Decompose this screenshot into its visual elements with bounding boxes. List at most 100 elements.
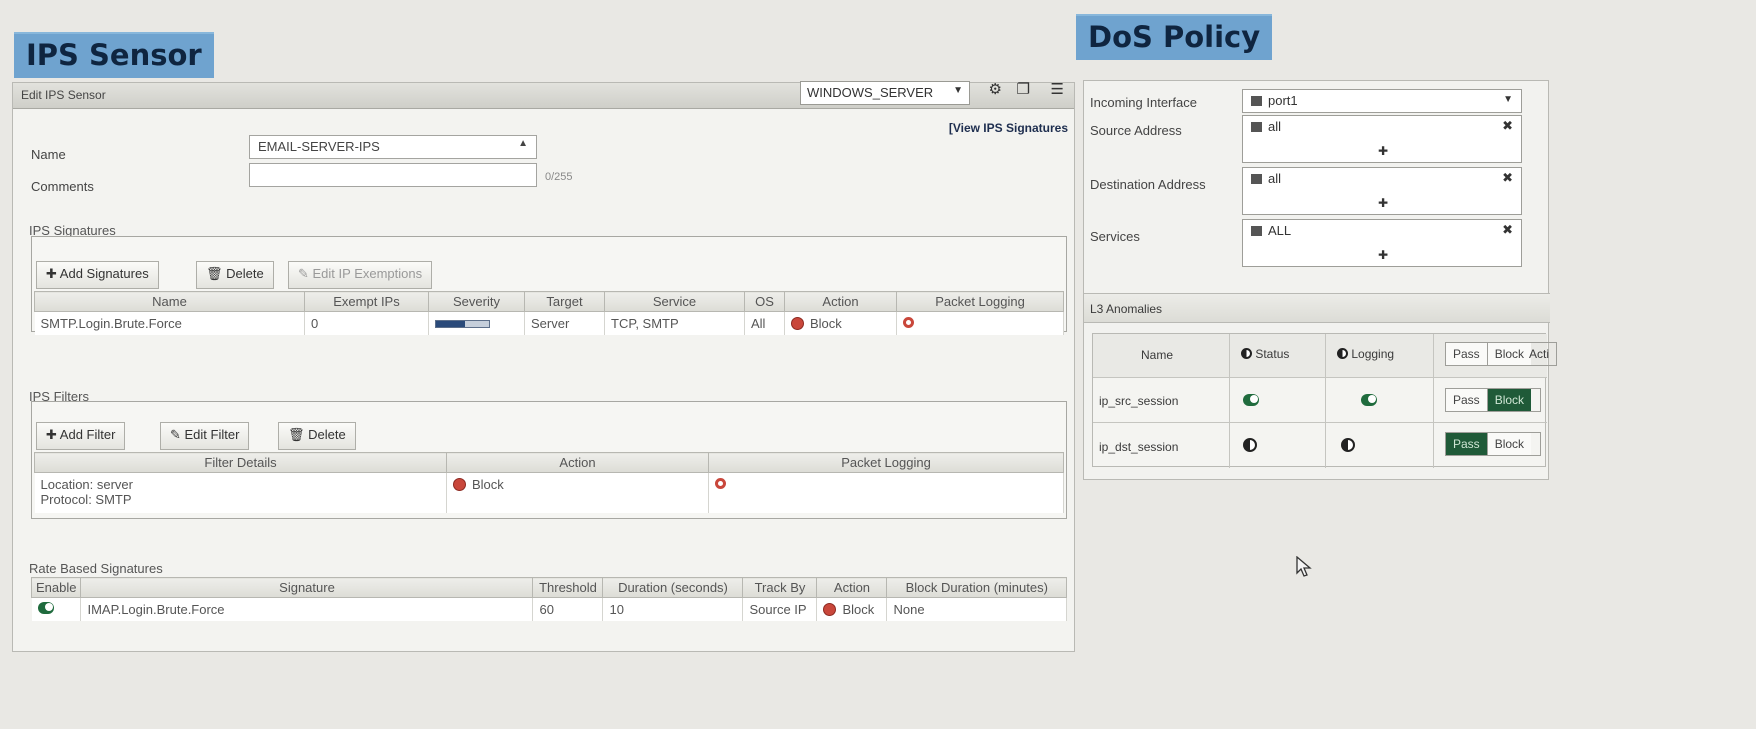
col-exempt-ips[interactable]: Exempt IPs bbox=[304, 291, 429, 312]
col-rate-action[interactable]: Action bbox=[816, 577, 888, 598]
table-row[interactable]: ip_dst_session Pass Block bbox=[1093, 424, 1547, 468]
delete-signature-button[interactable]: 🗑 Delete bbox=[196, 261, 274, 289]
col-duration[interactable]: Duration (seconds) bbox=[602, 577, 744, 598]
add-filter-label: Add Filter bbox=[59, 427, 116, 442]
logging-toggle-icon bbox=[1337, 348, 1348, 359]
status-disabled-toggle[interactable] bbox=[1243, 438, 1257, 452]
pass-option[interactable]: Pass bbox=[1446, 389, 1488, 411]
incoming-interface-select[interactable]: port1 ▼ bbox=[1242, 89, 1522, 113]
col-name[interactable]: Name bbox=[34, 291, 305, 312]
table-header-row: Name Exempt IPs Severity Target Service … bbox=[34, 291, 1064, 312]
mouse-cursor-icon bbox=[1296, 556, 1312, 577]
close-icon[interactable]: ✖ bbox=[1502, 170, 1513, 186]
plus-icon[interactable]: ✚ bbox=[1378, 144, 1388, 158]
col-service[interactable]: Service bbox=[604, 291, 745, 312]
col-filter-details[interactable]: Filter Details bbox=[34, 452, 447, 473]
block-option-selected[interactable]: Block bbox=[1487, 389, 1532, 411]
col-severity[interactable]: Severity bbox=[428, 291, 525, 312]
col-filter-logging[interactable]: Packet Logging bbox=[708, 452, 1064, 473]
services-field[interactable]: ALL ✖ ✚ bbox=[1242, 219, 1522, 267]
filter-action-cell: Block bbox=[446, 472, 709, 513]
delete-filter-button[interactable]: 🗑 Delete bbox=[278, 422, 356, 450]
pencil-icon: ✎ bbox=[170, 427, 185, 442]
signature-service: TCP, SMTP bbox=[604, 311, 745, 335]
logging-enabled-toggle[interactable] bbox=[1360, 394, 1377, 406]
col-action[interactable]: Action bbox=[784, 291, 897, 312]
add-filter-button[interactable]: ✚ Add Filter bbox=[36, 422, 126, 450]
signature-target: Server bbox=[524, 311, 605, 335]
col-track-by[interactable]: Track By bbox=[742, 577, 818, 598]
plus-icon: ✚ bbox=[46, 266, 60, 281]
list-icon[interactable]: ☰ bbox=[1051, 80, 1064, 98]
source-address-label: Source Address bbox=[1090, 123, 1182, 138]
filter-protocol: Protocol: SMTP bbox=[40, 492, 132, 507]
col-target[interactable]: Target bbox=[524, 291, 605, 312]
table-header-row: Filter Details Action Packet Logging bbox=[34, 452, 1064, 473]
services-label: Services bbox=[1090, 229, 1140, 244]
header-block[interactable]: Block bbox=[1487, 343, 1532, 365]
ips-signatures-box: ✚ Add Signatures 🗑 Delete ✎ Edit IP Exem… bbox=[31, 236, 1067, 335]
plus-icon[interactable]: ✚ bbox=[1378, 248, 1388, 262]
close-icon[interactable]: ✖ bbox=[1502, 222, 1513, 238]
ips-sensor-title: IPS Sensor bbox=[14, 32, 214, 78]
col-logging[interactable]: Logging bbox=[1337, 347, 1394, 361]
plus-icon: ✚ bbox=[46, 427, 60, 442]
delete-signature-label: Delete bbox=[226, 266, 264, 281]
signature-exempt: 0 bbox=[304, 311, 429, 335]
destination-address-field[interactable]: all ✖ ✚ bbox=[1242, 167, 1522, 215]
col-anomaly-name[interactable]: Name bbox=[1141, 348, 1173, 362]
ips-filters-box: ✚ Add Filter ✎ Edit Filter 🗑 Delete Filt… bbox=[31, 401, 1067, 519]
col-status[interactable]: Status bbox=[1241, 347, 1289, 361]
profile-select[interactable]: WINDOWS_SERVER ▼ bbox=[800, 81, 970, 105]
severity-cell bbox=[428, 311, 525, 335]
plus-icon[interactable]: ✚ bbox=[1378, 196, 1388, 210]
source-address-field[interactable]: all ✖ ✚ bbox=[1242, 115, 1522, 163]
rate-duration: 10 bbox=[602, 597, 744, 621]
add-signatures-button[interactable]: ✚ Add Signatures bbox=[36, 261, 159, 289]
table-row[interactable]: IMAP.Login.Brute.Force 60 10 Source IP B… bbox=[31, 597, 1067, 621]
col-enable[interactable]: Enable bbox=[30, 577, 82, 598]
col-signature[interactable]: Signature bbox=[80, 577, 534, 598]
table-row[interactable]: SMTP.Login.Brute.Force 0 Server TCP, SMT… bbox=[34, 311, 1064, 335]
view-ips-signatures-link[interactable]: [View IPS Signatures bbox=[949, 121, 1068, 135]
table-header-row: Enable Signature Threshold Duration (sec… bbox=[30, 577, 1067, 598]
gear-icon[interactable]: ⚙ bbox=[989, 80, 1002, 98]
name-field[interactable]: EMAIL-SERVER-IPS ▲ bbox=[249, 135, 537, 159]
block-option[interactable]: Block bbox=[1487, 433, 1532, 455]
action-toggle[interactable]: Pass Block bbox=[1445, 388, 1541, 412]
signatures-table: Name Exempt IPs Severity Target Service … bbox=[34, 291, 1064, 335]
block-icon bbox=[823, 603, 837, 616]
panel-title: Edit IPS Sensor bbox=[21, 88, 106, 102]
address-icon bbox=[1251, 122, 1262, 132]
col-packet-logging[interactable]: Packet Logging bbox=[896, 291, 1064, 312]
l3-anomalies-title: L3 Anomalies bbox=[1090, 302, 1163, 316]
col-block-duration[interactable]: Block Duration (minutes) bbox=[886, 577, 1067, 598]
action-toggle[interactable]: Pass Block bbox=[1445, 432, 1541, 456]
pass-option-selected[interactable]: Pass bbox=[1446, 433, 1488, 455]
clone-icon[interactable]: ❐ bbox=[1017, 80, 1030, 98]
enabled-toggle[interactable] bbox=[37, 602, 54, 614]
edit-filter-button[interactable]: ✎ Edit Filter bbox=[160, 422, 250, 450]
col-threshold[interactable]: Threshold bbox=[532, 577, 604, 598]
l3-anomalies-header: L3 Anomalies bbox=[1084, 293, 1550, 323]
signature-action-cell: Block bbox=[784, 311, 897, 335]
block-icon bbox=[791, 317, 804, 330]
table-row[interactable]: Location: server Protocol: SMTP Block bbox=[34, 472, 1064, 513]
comments-field[interactable] bbox=[249, 163, 537, 187]
panel-header: Edit IPS Sensor WINDOWS_SERVER ▼ ⚙ ❐ ☰ bbox=[13, 80, 1074, 109]
filter-details-cell: Location: server Protocol: SMTP bbox=[34, 472, 447, 513]
col-os[interactable]: OS bbox=[744, 291, 785, 312]
col-filter-action[interactable]: Action bbox=[446, 452, 709, 473]
incoming-interface-value: port1 bbox=[1268, 93, 1298, 108]
close-icon[interactable]: ✖ bbox=[1502, 118, 1513, 134]
rate-based-table: Enable Signature Threshold Duration (sec… bbox=[30, 577, 1067, 621]
logging-disabled-toggle[interactable] bbox=[1341, 438, 1355, 452]
edit-ip-exemptions-button[interactable]: ✎ Edit IP Exemptions bbox=[288, 261, 433, 289]
rate-based-title: Rate Based Signatures bbox=[29, 561, 163, 576]
header-pass[interactable]: Pass bbox=[1446, 343, 1488, 365]
port-icon bbox=[1251, 96, 1262, 106]
status-enabled-toggle[interactable] bbox=[1243, 394, 1259, 406]
anomaly-name: ip_src_session bbox=[1099, 394, 1179, 408]
status-toggle-icon bbox=[1241, 348, 1252, 359]
table-row[interactable]: ip_src_session Pass Block bbox=[1093, 378, 1547, 423]
